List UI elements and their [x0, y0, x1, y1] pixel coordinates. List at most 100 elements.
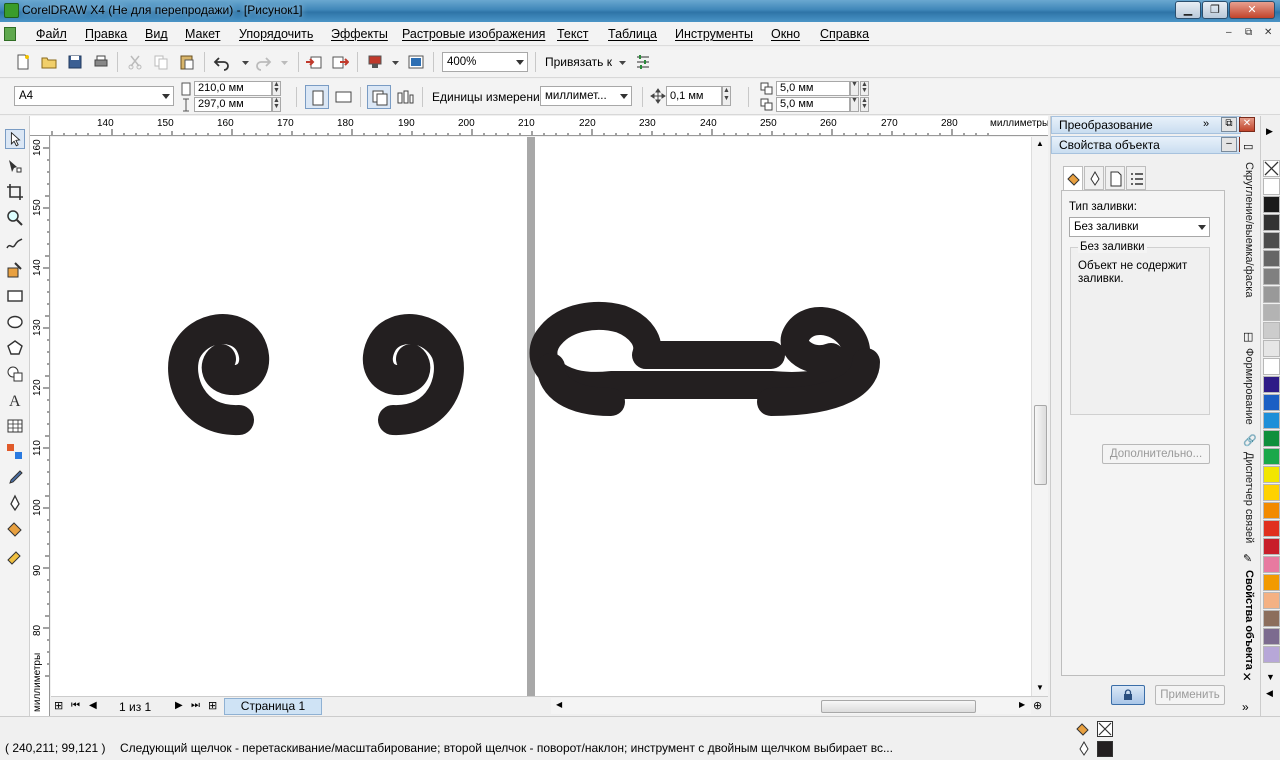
color-swatch[interactable] — [1263, 250, 1280, 267]
color-swatch[interactable] — [1263, 538, 1280, 555]
tab-fillet[interactable]: Скругление/выемка/фаска — [1243, 162, 1255, 297]
menu-layout[interactable]: Макет — [185, 27, 220, 41]
copy-icon[interactable] — [152, 53, 170, 71]
print-icon[interactable] — [92, 53, 110, 71]
color-swatch[interactable] — [1263, 214, 1280, 231]
page-width-spinner[interactable]: ▲ ▼ — [272, 81, 281, 96]
first-page-icon[interactable]: ⏮ — [71, 700, 80, 711]
freehand-tool-icon[interactable] — [5, 234, 25, 254]
page-tab[interactable]: Страница 1 — [224, 698, 322, 715]
snap-dropdown-icon[interactable] — [614, 53, 632, 71]
add-page-after-icon[interactable]: ⊞ — [208, 699, 217, 712]
color-swatch[interactable] — [1263, 376, 1280, 393]
outline-tab[interactable] — [1084, 166, 1104, 190]
all-pages-button[interactable] — [367, 85, 391, 109]
crop-tool-icon[interactable] — [5, 182, 25, 202]
duplicate-y-dropdown[interactable]: ▼ — [850, 97, 859, 112]
tab-object-properties[interactable]: Свойства объекта — [1243, 570, 1255, 670]
shape-tool-icon[interactable] — [5, 156, 25, 176]
undo-dropdown-icon[interactable] — [237, 53, 255, 71]
menu-view[interactable]: Вид — [145, 27, 168, 41]
prev-page-icon[interactable]: ◀ — [89, 700, 97, 711]
table-tool-icon[interactable] — [5, 416, 25, 436]
current-page-icon[interactable] — [396, 88, 414, 106]
text-tool-icon[interactable]: A — [5, 390, 25, 410]
next-page-icon[interactable]: ▶ — [175, 700, 183, 711]
options-icon[interactable] — [634, 53, 652, 71]
coreldraw-app-icon[interactable] — [4, 3, 19, 18]
vertical-ruler[interactable]: 160 150 140 130 120 110 100 90 80 миллим… — [30, 136, 50, 716]
rectangle-tool-icon[interactable] — [5, 286, 25, 306]
general-tab[interactable] — [1105, 166, 1125, 190]
color-swatch[interactable] — [1263, 412, 1280, 429]
apply-button[interactable]: Применить — [1155, 685, 1225, 705]
color-swatch[interactable] — [1263, 430, 1280, 447]
menu-window[interactable]: Окно — [771, 27, 800, 41]
color-swatch[interactable] — [1263, 394, 1280, 411]
scroll-right-icon[interactable]: ▶ — [1019, 700, 1025, 709]
close-tab-icon[interactable]: ✕ — [1242, 670, 1252, 684]
palette-scroll-up-icon[interactable]: ▶ — [1266, 126, 1273, 137]
zoom-tool-icon[interactable] — [5, 208, 25, 228]
paste-icon[interactable] — [178, 53, 196, 71]
color-swatch[interactable] — [1263, 448, 1280, 465]
color-swatch[interactable] — [1263, 196, 1280, 213]
menu-arrange[interactable]: Упорядочить — [239, 27, 313, 41]
page-height-input[interactable]: 297,0 мм — [194, 97, 272, 112]
cut-icon[interactable] — [126, 53, 144, 71]
horizontal-scroll-thumb[interactable] — [821, 700, 976, 713]
landscape-icon[interactable] — [334, 89, 354, 105]
color-swatch[interactable] — [1263, 304, 1280, 321]
color-swatch[interactable] — [1263, 484, 1280, 501]
color-swatch[interactable] — [1263, 178, 1280, 195]
color-swatch[interactable] — [1263, 340, 1280, 357]
drawing-canvas[interactable] — [51, 137, 1031, 696]
vertical-scrollbar[interactable]: ▲ ▼ — [1031, 137, 1048, 696]
transform-docker-header[interactable]: Преобразование — [1051, 116, 1241, 134]
outline-pen-tool-icon[interactable] — [5, 494, 25, 514]
scroll-left-icon[interactable]: ◀ — [556, 700, 562, 709]
minimize-docker-button[interactable]: – — [1221, 137, 1237, 152]
units-select[interactable]: миллимет... — [540, 86, 632, 106]
color-swatch[interactable] — [1263, 610, 1280, 627]
page-width-input[interactable]: 210,0 мм — [194, 81, 272, 96]
color-swatch[interactable] — [1263, 268, 1280, 285]
horizontal-ruler[interactable]: 140 150 160 170 180 190 200 210 220 230 … — [30, 116, 1048, 136]
color-swatch[interactable] — [1263, 646, 1280, 663]
duplicate-y-spinner[interactable]: ▲ ▼ — [860, 97, 869, 112]
new-document-icon[interactable] — [14, 53, 32, 71]
doc-restore-button[interactable]: ⧉ — [1245, 27, 1252, 38]
color-swatch[interactable] — [1263, 502, 1280, 519]
no-color-swatch[interactable] — [1263, 160, 1280, 177]
color-swatch[interactable] — [1263, 358, 1280, 375]
color-swatch[interactable] — [1263, 556, 1280, 573]
menu-file[interactable]: Файл — [36, 27, 67, 41]
ellipse-tool-icon[interactable] — [5, 312, 25, 332]
close-button[interactable]: ✕ — [1229, 1, 1275, 19]
duplicate-x-spinner[interactable]: ▲ ▼ — [860, 81, 869, 96]
color-swatch[interactable] — [1263, 466, 1280, 483]
menu-bitmaps[interactable]: Растровые изображения — [402, 27, 545, 41]
color-swatch[interactable] — [1263, 520, 1280, 537]
undo-icon[interactable] — [213, 53, 231, 71]
page-size-select[interactable]: A4 — [14, 86, 174, 106]
menu-tools[interactable]: Инструменты — [675, 27, 753, 41]
save-icon[interactable] — [66, 53, 84, 71]
menu-edit[interactable]: Правка — [85, 27, 127, 41]
expand-icon[interactable]: » — [1203, 118, 1209, 130]
menu-effects[interactable]: Эффекты — [331, 27, 388, 41]
open-folder-icon[interactable] — [40, 53, 58, 71]
polygon-tool-icon[interactable] — [5, 338, 25, 358]
properties-docker-header[interactable]: Свойства объекта — [1051, 136, 1241, 154]
color-swatch[interactable] — [1263, 592, 1280, 609]
last-page-icon[interactable]: ⏭ — [191, 700, 200, 711]
navigator-icon[interactable]: ⊕ — [1033, 699, 1042, 712]
export-icon[interactable] — [331, 53, 349, 71]
vertical-scroll-thumb[interactable] — [1034, 405, 1047, 485]
scroll-down-icon[interactable]: ▼ — [1036, 683, 1044, 692]
redo-dropdown-icon[interactable] — [276, 53, 294, 71]
fill-color-swatch[interactable] — [1097, 721, 1113, 737]
color-swatch[interactable] — [1263, 286, 1280, 303]
color-swatch[interactable] — [1263, 574, 1280, 591]
outline-indicator-icon[interactable] — [1077, 741, 1091, 757]
